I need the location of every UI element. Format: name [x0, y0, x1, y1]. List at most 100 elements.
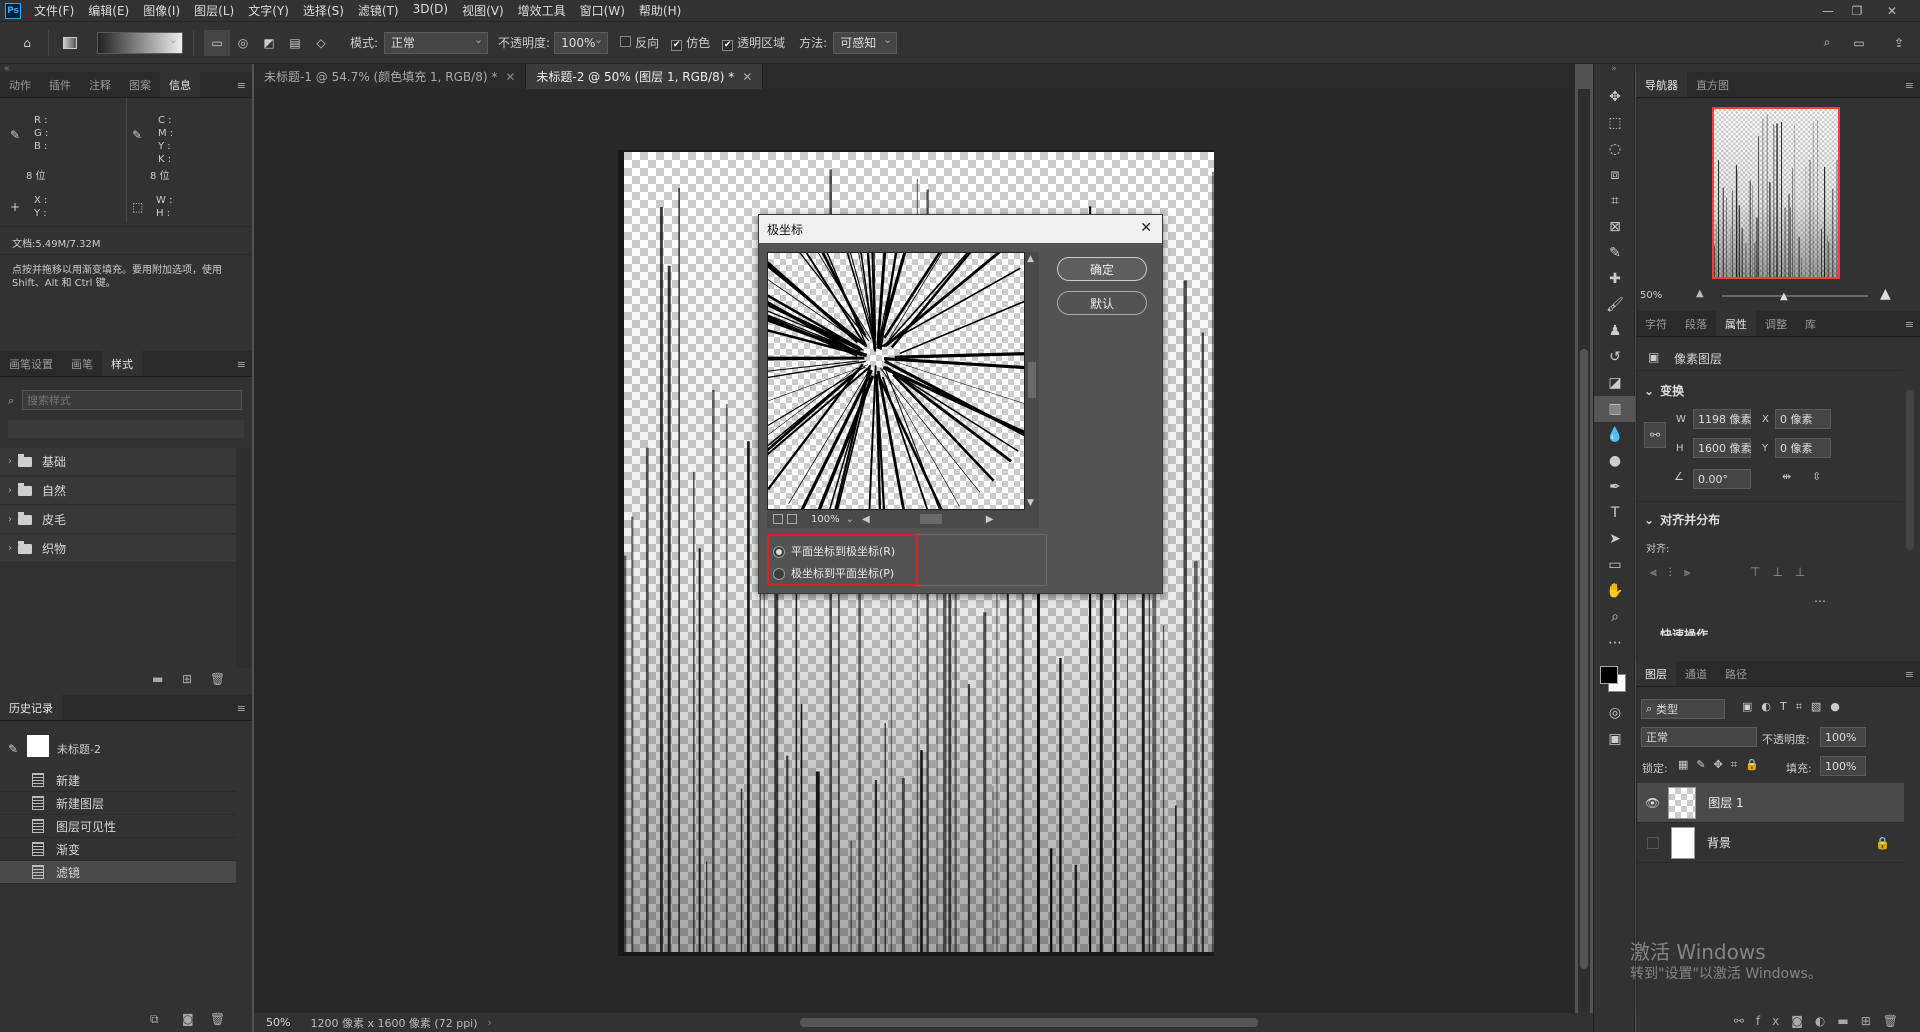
doc-tab-2[interactable]: 未标题-2 @ 50% (图层 1, RGB/8) * ✕: [526, 64, 764, 89]
tab-paragraph[interactable]: 段落: [1676, 311, 1716, 336]
default-button[interactable]: 默认: [1057, 291, 1147, 315]
zoom-in-large-icon[interactable]: ▲: [1880, 286, 1891, 302]
navigator-thumbnail[interactable]: [1712, 107, 1840, 279]
rectangle-tool-icon[interactable]: ▭: [1594, 552, 1636, 578]
tab-navigator[interactable]: 导航器: [1636, 72, 1687, 97]
blend-mode-select[interactable]: 正常: [1641, 727, 1757, 747]
quick-actions-section[interactable]: ⌄ 快速操作: [1644, 626, 1708, 636]
dodge-tool-icon[interactable]: ●: [1594, 448, 1636, 474]
zoom-in-icon[interactable]: [787, 514, 797, 524]
minimize-button[interactable]: —: [1814, 0, 1842, 22]
history-item[interactable]: 滤镜: [0, 861, 236, 884]
menu-item-9[interactable]: 增效工具: [511, 2, 573, 19]
tab-libraries[interactable]: 库: [1796, 311, 1825, 336]
tab-actions[interactable]: 动作: [0, 72, 40, 97]
layer-filter-icons[interactable]: ▣◐T⌗▧●: [1742, 700, 1849, 714]
tab-notes[interactable]: 注释: [80, 72, 120, 97]
align-left-icon[interactable]: ⫷⫶⫸: [1650, 565, 1703, 580]
collapse-tools-icon[interactable]: »: [1594, 64, 1634, 84]
menu-item-2[interactable]: 图像(I): [136, 2, 187, 19]
chevron-down-icon[interactable]: ⌄: [846, 514, 854, 525]
new-doc-from-state-icon[interactable]: ⧉: [150, 1012, 159, 1027]
tab-paths[interactable]: 路径: [1716, 661, 1756, 686]
history-item[interactable]: 新建图层: [0, 792, 236, 815]
color-swatches[interactable]: [1594, 656, 1634, 700]
search-icon[interactable]: ⌕: [1814, 30, 1840, 56]
panel-menu-icon[interactable]: ≡: [237, 79, 246, 92]
link-icon[interactable]: ⚯: [1644, 422, 1666, 448]
quick-mask-icon[interactable]: ◎: [1594, 700, 1636, 726]
properties-scrollbar[interactable]: [1906, 390, 1914, 550]
x-field[interactable]: 0 像素: [1775, 409, 1831, 429]
tab-brush[interactable]: 画笔: [62, 351, 102, 376]
photoshop-logo[interactable]: Ps: [5, 2, 21, 19]
eyedropper-tool-icon[interactable]: ✎: [1594, 240, 1636, 266]
style-folder[interactable]: › 基础: [0, 448, 236, 476]
diamond-gradient-icon[interactable]: ◇: [308, 30, 334, 56]
panel-menu-icon[interactable]: ≡: [237, 358, 246, 371]
style-folder[interactable]: › 自然: [0, 477, 236, 505]
history-item[interactable]: 图层可见性: [0, 815, 236, 838]
menu-item-4[interactable]: 文字(Y): [241, 2, 296, 19]
blur-tool-icon[interactable]: 💧: [1594, 422, 1636, 448]
history-brush-tool-icon[interactable]: ↺: [1594, 344, 1636, 370]
scroll-left-icon[interactable]: ◀: [862, 514, 870, 525]
delete-icon[interactable]: 🗑: [210, 1012, 225, 1026]
history-item[interactable]: 渐变: [0, 838, 236, 861]
radial-gradient-icon[interactable]: ◎: [230, 30, 256, 56]
transform-section[interactable]: ⌄ 变换: [1644, 382, 1684, 399]
menu-item-0[interactable]: 文件(F): [27, 2, 81, 19]
layer-filter-select[interactable]: ⌕ 类型: [1641, 699, 1725, 719]
radio-polar-to-rect[interactable]: 极坐标到平面坐标(P): [773, 565, 894, 581]
layer-opacity-input[interactable]: 100%: [1820, 727, 1866, 747]
layer-name[interactable]: 背景: [1707, 834, 1731, 851]
new-group-icon[interactable]: ▬: [152, 672, 163, 686]
tab-histogram[interactable]: 直方图: [1687, 72, 1738, 97]
move-tool-icon[interactable]: ✥: [1594, 84, 1636, 110]
pen-tool-icon[interactable]: ✒: [1594, 474, 1636, 500]
panel-menu-icon[interactable]: ≡: [1905, 318, 1914, 331]
tab-history[interactable]: 历史记录: [0, 695, 62, 720]
chevron-right-icon[interactable]: ›: [488, 1016, 492, 1029]
hand-tool-icon[interactable]: ✋: [1594, 578, 1636, 604]
layer-name[interactable]: 图层 1: [1708, 794, 1743, 811]
screen-mode-icon[interactable]: ▣: [1594, 726, 1636, 752]
eye-icon[interactable]: 👁: [1645, 796, 1660, 810]
tab-layers[interactable]: 图层: [1636, 661, 1676, 686]
object-select-tool-icon[interactable]: ⧈: [1594, 162, 1636, 188]
linear-gradient-icon[interactable]: ▭: [204, 29, 230, 56]
tab-brush-settings[interactable]: 画笔设置: [0, 351, 62, 376]
menu-item-3[interactable]: 图层(L): [187, 2, 241, 19]
chevron-right-icon[interactable]: ›: [8, 456, 12, 467]
zoom-tool-icon[interactable]: ⌕: [1594, 604, 1636, 630]
lock-icons[interactable]: ▦✎✥⌗🔒: [1678, 758, 1767, 772]
opacity-input[interactable]: 100%: [554, 31, 609, 54]
scroll-right-icon[interactable]: ▶: [986, 514, 994, 525]
snapshot-name[interactable]: 未标题-2: [57, 741, 101, 757]
panel-menu-icon[interactable]: ≡: [237, 702, 246, 715]
menu-item-10[interactable]: 窗口(W): [573, 2, 632, 19]
height-field[interactable]: 1600 像素: [1693, 438, 1752, 458]
delete-icon[interactable]: 🗑: [210, 672, 225, 686]
visibility-toggle[interactable]: [1647, 836, 1659, 849]
close-window-button[interactable]: ✕: [1878, 0, 1906, 22]
menu-item-7[interactable]: 3D(D): [406, 2, 455, 19]
panel-menu-icon[interactable]: ≡: [1905, 668, 1914, 681]
menu-item-6[interactable]: 滤镜(T): [351, 2, 406, 19]
zoom-level[interactable]: 50%: [266, 1016, 290, 1029]
gradient-tool-preset-icon[interactable]: [57, 30, 83, 56]
stamp-tool-icon[interactable]: ♟: [1594, 318, 1636, 344]
zoom-out-icon[interactable]: [773, 514, 783, 524]
gradient-tool-icon[interactable]: ▥: [1594, 396, 1636, 422]
transparency-checkbox[interactable]: ✔ 透明区域: [722, 34, 785, 51]
new-style-icon[interactable]: ⊞: [182, 672, 192, 686]
style-folder[interactable]: › 织物: [0, 535, 236, 563]
width-field[interactable]: 1198 像素: [1693, 409, 1752, 429]
angle-field[interactable]: 0.00°: [1693, 469, 1751, 489]
tab-channels[interactable]: 通道: [1676, 661, 1716, 686]
flip-horizontal-icon[interactable]: ⇹: [1782, 470, 1791, 483]
filter-preview[interactable]: [767, 252, 1025, 510]
gradient-picker[interactable]: [97, 31, 183, 54]
chevron-right-icon[interactable]: ›: [8, 485, 12, 496]
camera-icon[interactable]: ◙: [182, 1012, 194, 1026]
